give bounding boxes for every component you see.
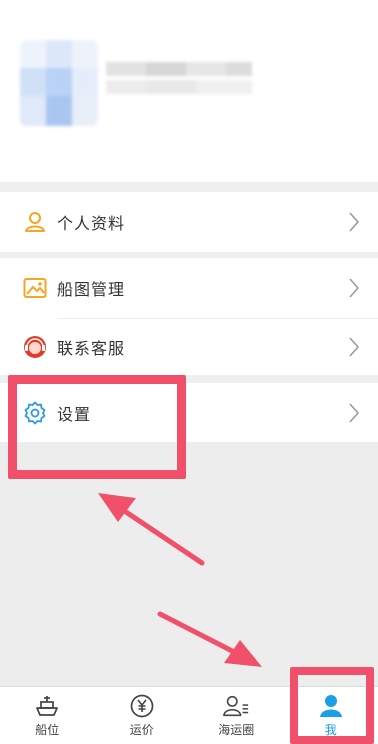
chevron-right-icon [348, 402, 360, 424]
user-icon [317, 693, 345, 719]
tab-label: 海运圈 [218, 723, 255, 737]
chevron-right-icon [348, 336, 360, 358]
ship-icon [33, 693, 61, 719]
section-gap [0, 182, 378, 192]
tab-label: 运价 [129, 723, 154, 737]
username [86, 62, 256, 104]
profile-header[interactable] [0, 0, 378, 182]
bottom-tab-bar: 船位 运价 海运圈 我 [0, 686, 378, 744]
tab-me[interactable]: 我 [284, 687, 378, 744]
menu-item-ship-images[interactable]: 船图管理 [0, 258, 378, 318]
tab-ship-position[interactable]: 船位 [0, 687, 95, 744]
menu-item-settings-label: 设置 [57, 404, 92, 424]
section-gap [0, 375, 378, 383]
people-icon [222, 693, 250, 719]
menu-item-settings[interactable]: 设置 [0, 383, 378, 442]
menu-item-ship-images-label: 船图管理 [57, 280, 126, 299]
menu-item-profile[interactable]: 个人资料 [0, 192, 378, 252]
menu-item-contact-service-label: 联系客服 [57, 339, 126, 358]
gear-icon [22, 400, 48, 426]
menu-item-profile-label: 个人资料 [57, 214, 126, 233]
image-icon [22, 275, 48, 301]
customer-service-icon [22, 334, 48, 360]
person-icon [22, 209, 48, 235]
empty-content-area [0, 442, 378, 686]
tab-label: 船位 [35, 723, 60, 737]
tab-label: 我 [324, 723, 337, 737]
menu-item-contact-service[interactable]: 联系客服 [0, 319, 378, 375]
yen-icon [128, 693, 156, 719]
tab-freight-rate[interactable]: 运价 [95, 687, 190, 744]
tab-shipping-circle[interactable]: 海运圈 [189, 687, 284, 744]
chevron-right-icon [348, 211, 360, 233]
chevron-right-icon [348, 277, 360, 299]
